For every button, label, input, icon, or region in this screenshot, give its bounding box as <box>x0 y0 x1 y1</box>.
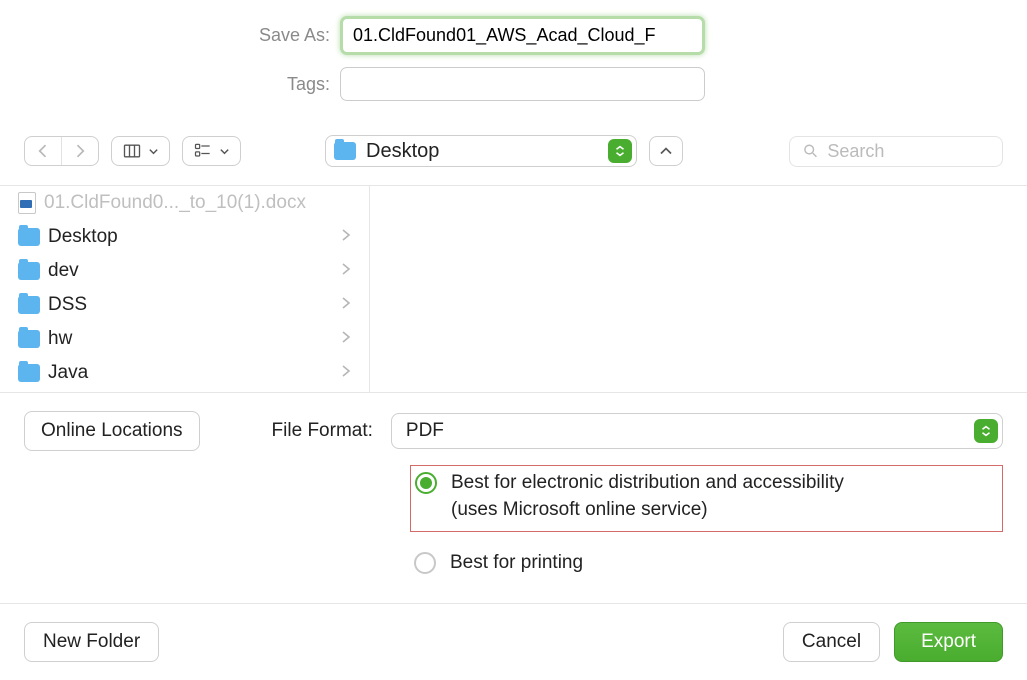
radio-label: Best for printing <box>450 550 583 577</box>
folder-item[interactable]: hw <box>0 322 369 356</box>
radio-icon <box>414 552 436 574</box>
item-name: Java <box>48 362 88 384</box>
new-folder-button[interactable]: New Folder <box>24 622 159 662</box>
save-as-input[interactable] <box>340 16 705 55</box>
search-field[interactable] <box>789 136 1003 167</box>
chevron-down-icon <box>148 146 159 157</box>
file-item[interactable]: 01.CldFound0..._to_10(1).docx <box>0 186 369 220</box>
file-format-select[interactable]: PDF <box>391 413 1003 449</box>
folder-icon <box>18 364 40 382</box>
tags-label: Tags: <box>0 74 330 95</box>
chevron-up-icon <box>656 141 676 161</box>
folder-icon <box>18 228 40 246</box>
chevron-right-icon <box>341 294 351 316</box>
columns-icon <box>122 141 142 161</box>
group-button[interactable] <box>182 136 241 166</box>
updown-icon <box>974 419 998 443</box>
search-icon <box>802 141 819 161</box>
folder-icon <box>334 142 356 160</box>
group-icon <box>193 141 213 161</box>
item-name: dev <box>48 260 79 282</box>
save-as-label: Save As: <box>0 25 330 46</box>
forward-button[interactable] <box>61 137 98 165</box>
file-format-label: File Format: <box>272 420 373 442</box>
chevron-left-icon <box>33 141 53 161</box>
item-name: hw <box>48 328 72 350</box>
radio-label: Best for electronic distribution and acc… <box>451 470 844 523</box>
location-dropdown[interactable]: Desktop <box>325 135 637 167</box>
folder-icon <box>18 296 40 314</box>
folder-icon <box>18 262 40 280</box>
chevron-right-icon <box>341 328 351 350</box>
chevron-right-icon <box>70 141 90 161</box>
chevron-down-icon <box>219 146 230 157</box>
cancel-button[interactable]: Cancel <box>783 622 880 662</box>
search-input[interactable] <box>827 141 990 162</box>
toolbar: Desktop <box>0 123 1027 186</box>
folder-item[interactable]: Java <box>0 356 369 390</box>
back-button[interactable] <box>25 137 61 165</box>
chevron-right-icon <box>341 226 351 248</box>
tags-input[interactable] <box>340 67 705 101</box>
file-browser: 01.CldFound0..._to_10(1).docx Desktop dev D… <box>0 186 1027 392</box>
view-columns-button[interactable] <box>111 136 170 166</box>
chevron-right-icon <box>341 260 351 282</box>
item-name: Desktop <box>48 226 118 248</box>
doc-icon <box>18 192 36 214</box>
updown-icon <box>608 139 632 163</box>
pdf-options: Best for electronic distribution and acc… <box>410 465 1003 585</box>
pdf-option[interactable]: Best for electronic distribution and acc… <box>410 465 1003 532</box>
pdf-option[interactable]: Best for printing <box>410 546 1003 585</box>
radio-icon <box>415 472 437 494</box>
item-name: DSS <box>48 294 87 316</box>
folder-icon <box>18 330 40 348</box>
location-label: Desktop <box>366 140 439 163</box>
folder-item[interactable]: DSS <box>0 288 369 322</box>
nav-back-forward <box>24 136 99 166</box>
chevron-right-icon <box>341 362 351 384</box>
export-button[interactable]: Export <box>894 622 1003 662</box>
item-name: 01.CldFound0..._to_10(1).docx <box>44 192 306 214</box>
file-format-value: PDF <box>406 420 444 442</box>
collapse-button[interactable] <box>649 136 683 166</box>
folder-item[interactable]: Desktop <box>0 220 369 254</box>
online-locations-button[interactable]: Online Locations <box>24 411 200 451</box>
folder-item[interactable]: dev <box>0 254 369 288</box>
